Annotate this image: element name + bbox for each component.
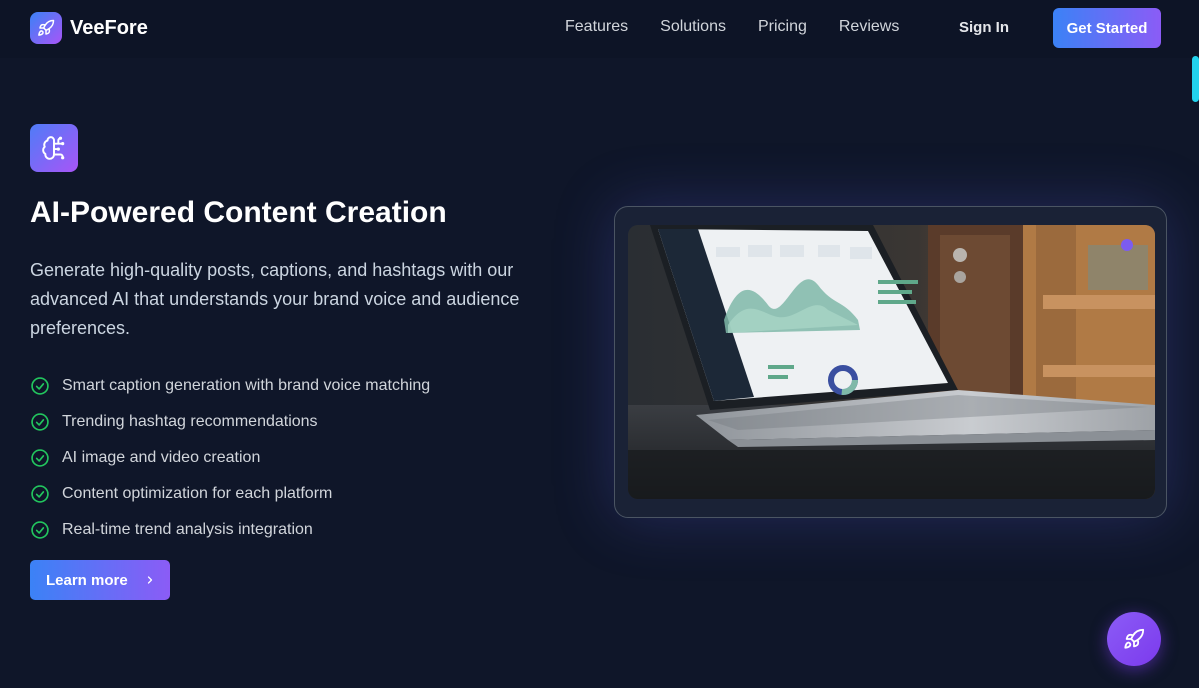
check-circle-icon [31,449,49,467]
nav-link-reviews[interactable]: Reviews [839,18,899,36]
nav-links: Features Solutions Pricing Reviews [565,18,931,36]
sign-in-link[interactable]: Sign In [959,19,1009,36]
learn-more-label: Learn more [46,571,128,589]
scrollbar-thumb[interactable] [1192,56,1199,102]
feature-item: Smart caption generation with brand voic… [30,368,430,404]
section-description: Generate high-quality posts, captions, a… [30,260,520,338]
feature-text: Trending hashtag recommendations [62,413,318,430]
check-circle-icon [31,485,49,503]
nav-link-features[interactable]: Features [565,18,628,36]
brain-circuit-icon [30,124,78,172]
brand-name: VeeFore [70,16,148,39]
feature-list: Smart caption generation with brand voic… [30,368,430,548]
top-navbar: VeeFore Features Solutions Pricing Revie… [0,0,1199,58]
chevron-right-icon [147,576,152,584]
feature-text: Content optimization for each platform [62,485,333,502]
feature-image-card [614,206,1167,518]
nav-link-solutions[interactable]: Solutions [660,18,726,36]
feature-text: Smart caption generation with brand voic… [62,377,431,394]
rocket-fab-button[interactable] [1107,612,1161,666]
check-circle-icon [31,521,49,539]
laptop-dashboard-photo [628,225,1155,499]
get-started-button[interactable]: Get Started [1053,8,1161,48]
learn-more-button[interactable]: Learn more [30,560,170,600]
feature-text: Real-time trend analysis integration [62,521,313,538]
feature-item: Trending hashtag recommendations [30,404,430,440]
feature-item: Content optimization for each platform [30,476,430,512]
feature-text: AI image and video creation [62,449,261,466]
brand-logo[interactable]: VeeFore [30,12,148,44]
feature-item: Real-time trend analysis integration [30,512,430,548]
feature-item: AI image and video creation [30,440,430,476]
check-circle-icon [31,377,49,395]
check-circle-icon [31,413,49,431]
rocket-icon [1124,628,1145,649]
nav-link-pricing[interactable]: Pricing [758,18,807,36]
section-title: AI-Powered Content Creation [30,196,447,229]
rocket-icon [30,12,62,44]
